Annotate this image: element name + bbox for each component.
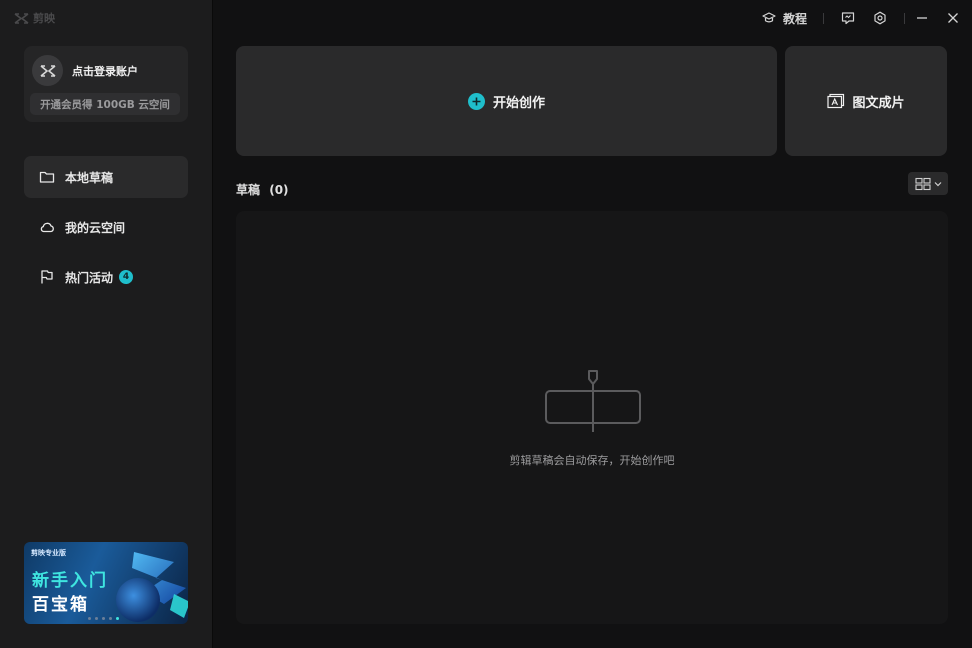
- minimize-icon: [917, 17, 927, 19]
- image-text-label: 图文成片: [852, 95, 905, 111]
- sidebar-item-label: 热门活动: [65, 270, 114, 285]
- drafts-count: (0): [269, 183, 289, 197]
- settings-icon: [874, 11, 886, 25]
- chevron-down-icon: [934, 181, 941, 186]
- cloud-icon: [40, 222, 54, 233]
- grid-view-icon: [914, 177, 931, 190]
- promo-title-line1: 新手入门: [32, 571, 108, 591]
- notification-badge: 4: [119, 270, 134, 284]
- sidebar: 剪映 点击登录账户 开通会员得 100GB 云空间 本地草稿 我的云空间 热门活…: [0, 0, 213, 648]
- titlebar-divider: [904, 12, 905, 24]
- settings-button[interactable]: [873, 11, 887, 25]
- tutorial-button[interactable]: 教程: [762, 10, 807, 27]
- avatar[interactable]: [32, 55, 63, 86]
- titlebar: 教程: [762, 0, 972, 36]
- feedback-icon: [841, 12, 855, 25]
- carousel-dot[interactable]: [95, 617, 98, 620]
- app-name: 剪映: [33, 12, 55, 25]
- folder-icon: [39, 171, 55, 183]
- app-logo: 剪映: [14, 10, 55, 26]
- carousel-dot[interactable]: [109, 617, 112, 620]
- drafts-panel: 剪辑草稿会自动保存，开始创作吧: [236, 211, 948, 624]
- view-mode-dropdown[interactable]: [908, 172, 948, 195]
- carousel-dot[interactable]: [102, 617, 105, 620]
- sidebar-item-cloud-space[interactable]: 我的云空间: [24, 206, 188, 248]
- graduation-cap-icon: [762, 12, 776, 23]
- carousel-dot[interactable]: [88, 617, 91, 620]
- sidebar-item-label: 我的云空间: [65, 220, 126, 235]
- text-image-icon: [827, 93, 845, 109]
- flag-icon: [41, 270, 53, 284]
- promo-brand: 剪映专业版: [31, 549, 66, 557]
- promo-banner[interactable]: 剪映专业版 新手入门 百宝箱: [24, 542, 188, 624]
- sidebar-item-label: 本地草稿: [65, 170, 114, 185]
- account-card: 点击登录账户 开通会员得 100GB 云空间: [24, 46, 188, 122]
- carousel-dots[interactable]: [88, 617, 119, 620]
- sidebar-item-local-drafts[interactable]: 本地草稿: [24, 156, 188, 198]
- start-creating-label: 开始创作: [492, 95, 545, 111]
- plus-icon: [467, 92, 485, 110]
- titlebar-divider: [823, 12, 824, 24]
- capcut-logo-icon: [14, 12, 29, 24]
- empty-state-text: 剪辑草稿会自动保存，开始创作吧: [509, 454, 675, 467]
- promo-3d-logo-icon: [116, 552, 188, 622]
- promo-title-line2: 百宝箱: [32, 595, 89, 615]
- login-link[interactable]: 点击登录账户: [72, 63, 138, 79]
- tutorial-label: 教程: [782, 11, 807, 26]
- close-button[interactable]: [946, 11, 960, 25]
- start-creating-button[interactable]: 开始创作: [236, 46, 777, 156]
- empty-drafts-illustration-icon: [545, 370, 641, 432]
- capcut-avatar-icon: [39, 64, 56, 77]
- carousel-dot-active[interactable]: [116, 617, 119, 620]
- close-icon: [948, 13, 958, 23]
- feedback-button[interactable]: [841, 11, 855, 25]
- image-text-to-video-button[interactable]: 图文成片: [785, 46, 947, 156]
- vip-offer-button[interactable]: 开通会员得 100GB 云空间: [30, 93, 180, 115]
- sidebar-item-hot-events[interactable]: 热门活动 4: [24, 256, 188, 298]
- drafts-heading: 草稿 (0): [236, 181, 289, 198]
- drafts-label: 草稿: [236, 183, 261, 197]
- minimize-button[interactable]: [915, 11, 929, 25]
